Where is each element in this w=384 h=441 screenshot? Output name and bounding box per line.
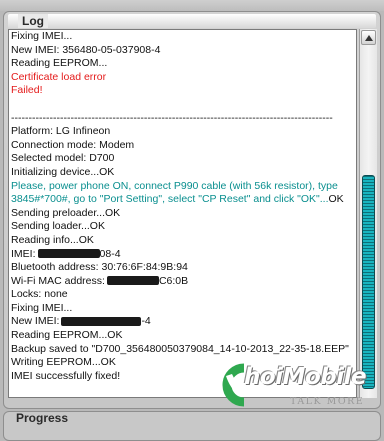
redacted-block bbox=[61, 317, 142, 327]
log-line-text: Fixing IMEI... bbox=[11, 301, 73, 314]
watermark: hoiMobile TALK MORE bbox=[214, 362, 382, 412]
watermark-tagline: TALK MORE bbox=[290, 396, 365, 407]
log-line-text: Failed! bbox=[11, 84, 43, 97]
log-line: Fixing IMEI... bbox=[11, 302, 356, 316]
log-title: Log bbox=[18, 14, 48, 28]
log-header: Log bbox=[8, 14, 376, 28]
log-scrollbar[interactable] bbox=[359, 29, 377, 398]
log-line-text: IMEI: bbox=[11, 247, 36, 260]
log-line: Connection mode: Modem bbox=[11, 139, 356, 153]
log-line-text: Selected model: D700 bbox=[11, 152, 115, 165]
log-line: ----------------------------------------… bbox=[11, 112, 356, 126]
window-top-strip bbox=[0, 0, 384, 11]
log-line: Please, power phone ON, connect P990 cab… bbox=[11, 180, 356, 194]
log-line: Reading EEPROM... bbox=[11, 57, 356, 71]
log-line-text: 3845#*700#, go to "Port Setting", select… bbox=[11, 193, 329, 206]
log-line-text: Reading EEPROM...OK bbox=[11, 329, 123, 342]
redacted-block bbox=[106, 276, 159, 286]
log-line-tail: C6:0B bbox=[158, 274, 189, 287]
watermark-brand: hoiMobile bbox=[244, 364, 367, 390]
log-lines: Fixing IMEI... New IMEI: 356480-05-037908… bbox=[11, 30, 356, 383]
log-line-text: Platform: LG Infineon bbox=[11, 125, 111, 138]
log-line: Failed! bbox=[11, 84, 356, 98]
log-line: New IMEI: 356480-05-037908-4 bbox=[11, 44, 356, 58]
log-line-text: Sending loader...OK bbox=[11, 220, 105, 233]
log-group: Log Fixing IMEI... New IMEI: 356480-05-03… bbox=[3, 11, 381, 409]
log-line-text: Locks: none bbox=[11, 288, 68, 301]
log-line-text: Backup saved to "D700_356480050379084_14… bbox=[11, 342, 349, 355]
log-line: Initializing device...OK bbox=[11, 166, 356, 180]
log-line: Wi-Fi MAC address: C6:0B bbox=[11, 275, 356, 289]
log-line-text: Writing EEPROM...OK bbox=[11, 356, 116, 369]
log-line: Locks: none bbox=[11, 288, 356, 302]
redacted-block bbox=[37, 249, 100, 259]
log-line-text: Sending preloader...OK bbox=[11, 206, 121, 219]
log-line: Selected model: D700 bbox=[11, 152, 356, 166]
log-line-text: Initializing device...OK bbox=[11, 165, 115, 178]
log-line-text: Reading info...OK bbox=[11, 233, 94, 246]
log-line: Reading EEPROM...OK bbox=[11, 329, 356, 343]
log-line: Sending loader...OK bbox=[11, 220, 356, 234]
log-line-text: Fixing IMEI... bbox=[11, 30, 73, 42]
log-line: Reading info...OK bbox=[11, 234, 356, 248]
progress-title: Progress bbox=[16, 411, 69, 425]
log-line-text: New IMEI: 356480-05-037908-4 bbox=[11, 43, 161, 56]
log-line: Bluetooth address: 30:76:6F:84:9B:94 bbox=[11, 261, 356, 275]
log-output[interactable]: Fixing IMEI... New IMEI: 356480-05-037908… bbox=[8, 29, 357, 398]
log-line-text: Reading EEPROM... bbox=[11, 57, 108, 70]
log-line-text: Please, power phone ON, connect P990 cab… bbox=[11, 179, 338, 192]
log-line: Fixing IMEI... bbox=[11, 30, 356, 44]
log-line: Platform: LG Infineon bbox=[11, 125, 356, 139]
log-line: Sending preloader...OK bbox=[11, 207, 356, 221]
log-line-text: Connection mode: Modem bbox=[11, 138, 135, 151]
scroll-thumb[interactable] bbox=[362, 175, 375, 389]
log-line: Backup saved to "D700_356480050379084_14… bbox=[11, 343, 356, 357]
log-line-text: ----------------------------------------… bbox=[11, 111, 333, 124]
log-line: Certificate load error bbox=[11, 71, 356, 85]
log-line-text: Bluetooth address: 30:76:6F:84:9B:94 bbox=[11, 261, 188, 274]
progress-group: Progress bbox=[3, 411, 381, 441]
log-line: 3845#*700#, go to "Port Setting", select… bbox=[11, 193, 356, 207]
log-line: New IMEI: -4 bbox=[11, 315, 356, 329]
log-line-tail: -4 bbox=[141, 315, 151, 328]
log-line-suffix: OK bbox=[328, 193, 344, 206]
log-line-text: Certificate load error bbox=[11, 70, 107, 83]
log-line-text: New IMEI: bbox=[11, 315, 60, 328]
log-line-text: IMEI successfully fixed! bbox=[11, 369, 121, 382]
log-line: IMEI: 08-4 bbox=[11, 248, 356, 262]
log-line-tail: 08-4 bbox=[99, 247, 121, 260]
scroll-up-button[interactable] bbox=[361, 30, 376, 45]
arrow-up-icon bbox=[364, 34, 373, 41]
log-line-text: Wi-Fi MAC address: bbox=[11, 274, 105, 287]
